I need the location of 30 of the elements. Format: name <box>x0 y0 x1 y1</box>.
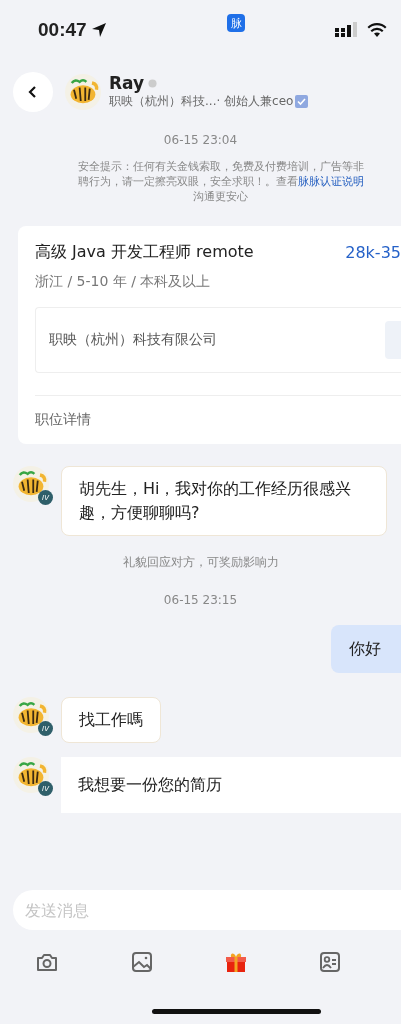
status-icon <box>148 78 158 88</box>
wifi-icon <box>367 22 387 38</box>
safety-notice: 安全提示：任何有关金钱索取，免费及付费培训，广告等非 聘行为，请一定擦亮双眼，安全求职！。查看脉脉认证说明 沟通更安心 <box>76 159 365 204</box>
contact-subtitle: 职映（杭州）科技...· 创始人兼ceo <box>109 93 294 110</box>
message-bubble: 我想要一份您的简历 <box>61 757 401 813</box>
app-badge: 脉 <box>227 14 245 32</box>
message-bubble: 找工作嗎 <box>61 697 161 743</box>
company-box[interactable]: 职映（杭州）科技有限公司 <box>35 307 401 373</box>
company-name: 职映（杭州）科技有限公司 <box>49 331 217 349</box>
salary: 28k-35 <box>345 243 401 262</box>
image-icon[interactable] <box>130 950 154 974</box>
message-bubble: 你好 <box>331 625 401 673</box>
job-card[interactable]: 高级 Java 开发工程师 remote 28k-35 浙江 / 5-10 年 / 本科及以上 职映（杭州）科技有限公司 职位详情 <box>18 226 401 444</box>
tiger-avatar-icon[interactable] <box>65 73 101 110</box>
message-timestamp: 06-15 23:04 <box>163 133 238 147</box>
tiger-avatar-icon[interactable] <box>13 697 49 733</box>
location-arrow-icon <box>90 22 107 38</box>
job-details-link[interactable]: 职位详情 <box>35 411 91 429</box>
verification-link[interactable]: 脉脉认证说明 <box>297 175 364 188</box>
message-timestamp: 06-15 23:15 <box>163 593 238 607</box>
job-title: 高级 Java 开发工程师 remote <box>35 242 254 263</box>
contact-card-icon[interactable] <box>318 950 342 974</box>
status-time: 00:47 <box>38 19 87 41</box>
job-meta: 浙江 / 5-10 年 / 本科及以上 <box>35 273 212 291</box>
tiger-avatar-icon[interactable] <box>13 757 49 793</box>
contact-name: Ray <box>109 73 145 93</box>
system-hint: 礼貌回应对方，可奖励影响力 <box>122 554 279 571</box>
message-input[interactable]: 发送消息 <box>13 890 401 930</box>
tiger-avatar-icon[interactable] <box>13 466 49 502</box>
message-bubble: 胡先生，Hi，我对你的工作经历很感兴趣，方便聊聊吗? <box>61 466 387 536</box>
